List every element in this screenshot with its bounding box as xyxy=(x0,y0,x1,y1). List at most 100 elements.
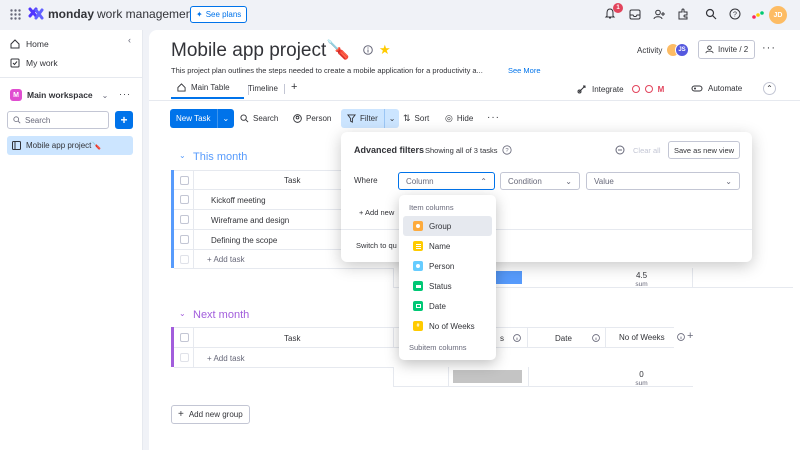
collapse-sidebar-icon[interactable]: ‹ xyxy=(128,35,131,45)
sidebar-item-board[interactable]: Mobile app project🪛 xyxy=(7,136,133,155)
monday-products-icon[interactable] xyxy=(752,9,766,20)
invite-button[interactable]: Invite / 2 xyxy=(698,40,755,59)
info-icon[interactable] xyxy=(592,334,600,342)
add-column-icon[interactable]: + xyxy=(687,330,693,342)
column-header-partial[interactable]: s xyxy=(500,334,504,343)
help-icon[interactable]: ? xyxy=(729,8,741,20)
inbox-icon[interactable] xyxy=(629,9,641,20)
sum-label: sum xyxy=(635,281,648,288)
home-icon xyxy=(177,83,186,92)
filter-button[interactable]: Filter ⌄ xyxy=(341,109,400,128)
chevron-down-icon: ⌄ xyxy=(725,176,732,186)
search-label: Search xyxy=(253,114,279,123)
chevron-down-icon[interactable]: ⌄ xyxy=(216,109,235,128)
hide-button[interactable]: ◎ Hide xyxy=(439,109,479,128)
task-name[interactable]: Defining the scope xyxy=(211,236,277,245)
task-name[interactable]: Kickoff meeting xyxy=(211,196,266,205)
search-icon xyxy=(13,116,21,124)
add-group-button[interactable]: + Add new group xyxy=(171,405,250,424)
chat-feedback-icon[interactable] xyxy=(615,145,625,155)
group-title[interactable]: This month xyxy=(193,151,247,163)
sidebar-item-home[interactable]: Home xyxy=(10,39,49,49)
person-filter-button[interactable]: Person xyxy=(287,109,337,128)
sidebar-item-my-work[interactable]: My work xyxy=(10,58,58,68)
board-more-icon[interactable]: ··· xyxy=(762,42,776,54)
info-icon[interactable] xyxy=(363,45,373,55)
tab-timeline[interactable]: Timeline xyxy=(248,84,278,93)
see-more-link[interactable]: See More xyxy=(508,66,541,75)
select-all-checkbox[interactable] xyxy=(180,176,189,185)
instagram-icon xyxy=(631,85,640,93)
sidebar-search-input[interactable]: Search xyxy=(7,111,109,129)
info-icon[interactable] xyxy=(677,333,685,341)
dropdown-option-label: Date xyxy=(429,301,446,311)
dropdown-option-person[interactable]: Person xyxy=(403,256,492,276)
apps-grid-icon[interactable] xyxy=(10,9,21,20)
column-header-date[interactable]: Date xyxy=(555,334,572,343)
integrate-button[interactable]: Integrate M xyxy=(577,84,664,94)
favorite-star-icon[interactable]: ★ xyxy=(379,42,391,58)
invite-members-icon[interactable] xyxy=(653,9,665,20)
activity-label[interactable]: Activity xyxy=(637,46,662,55)
value-select[interactable]: Value ⌄ xyxy=(586,172,740,190)
info-icon[interactable] xyxy=(513,334,521,342)
column-select[interactable]: Column ⌃ xyxy=(398,172,495,190)
dropdown-option-no-of-weeks[interactable]: # No of Weeks xyxy=(403,316,492,336)
board-description: This project plan outlines the steps nee… xyxy=(171,66,483,75)
task-name[interactable]: Wireframe and design xyxy=(211,216,289,225)
home-icon xyxy=(10,39,20,49)
row-checkbox[interactable] xyxy=(180,235,189,244)
workspace-selector[interactable]: M Main workspace ⌄ xyxy=(10,89,108,101)
column-dropdown-menu: Item columns Group Name Person Status Da… xyxy=(399,195,496,360)
switch-to-quick-filters[interactable]: Switch to qu xyxy=(356,241,397,250)
left-sidebar: ‹ Home My work M Main workspace ⌄ ··· Se… xyxy=(0,30,143,450)
see-plans-button[interactable]: ✦ See plans xyxy=(190,6,248,23)
see-plans-label: See plans xyxy=(205,10,242,19)
brand-logo[interactable]: monday work management xyxy=(28,7,196,21)
automate-label: Automate xyxy=(708,84,743,93)
group-collapse-icon[interactable]: ⌄ xyxy=(179,151,186,160)
add-task-input[interactable]: + Add task xyxy=(207,255,245,264)
board-title[interactable]: Mobile app project🪛 xyxy=(171,38,350,62)
toolbar-more-icon[interactable]: ··· xyxy=(487,112,500,123)
integrations-icon[interactable] xyxy=(677,8,689,20)
dropdown-option-date[interactable]: Date xyxy=(403,296,492,316)
automate-button[interactable]: Automate xyxy=(691,84,742,93)
add-task-input[interactable]: + Add task xyxy=(207,354,245,363)
collapse-header-icon[interactable]: ⌃ xyxy=(763,82,776,95)
tab-main-table[interactable]: Main Table xyxy=(177,83,230,92)
person-icon xyxy=(413,261,423,271)
group-collapse-icon[interactable]: ⌄ xyxy=(179,309,186,318)
add-task-row[interactable]: + Add task xyxy=(174,348,394,368)
search-button[interactable]: Search xyxy=(234,109,284,128)
workspace-more-icon[interactable]: ··· xyxy=(119,89,131,99)
help-icon[interactable]: ? xyxy=(502,145,512,155)
dropdown-items: Group Name Person Status Date # No of We… xyxy=(399,216,496,336)
new-task-button[interactable]: New Task ⌄ xyxy=(170,109,235,128)
column-select-value: Column xyxy=(406,176,434,186)
add-view-icon[interactable]: + xyxy=(291,81,297,93)
row-checkbox[interactable] xyxy=(180,215,189,224)
group-title[interactable]: Next month xyxy=(193,309,249,321)
clear-all-button[interactable]: Clear all xyxy=(633,146,661,155)
column-header-weeks[interactable]: No of Weeks xyxy=(619,333,665,342)
dropdown-option-label: Group xyxy=(429,221,452,231)
add-item-button[interactable]: + xyxy=(115,111,133,129)
row-checkbox[interactable] xyxy=(180,195,189,204)
tab-main-table-label: Main Table xyxy=(191,83,230,92)
sort-button[interactable]: ⇅ Sort xyxy=(397,109,435,128)
person-circle-icon xyxy=(293,114,302,123)
save-as-new-view-button[interactable]: Save as new view xyxy=(668,141,741,159)
column-header-task[interactable]: Task xyxy=(284,334,300,343)
user-avatar[interactable]: JD xyxy=(769,6,787,24)
column-header-task[interactable]: Task xyxy=(284,176,300,185)
svg-text:?: ? xyxy=(505,148,509,154)
search-icon[interactable] xyxy=(705,8,717,20)
select-all-checkbox[interactable] xyxy=(180,333,189,342)
dropdown-option-name[interactable]: Name xyxy=(403,236,492,256)
chevron-up-icon: ⌃ xyxy=(480,176,487,186)
add-new-filter-button[interactable]: + Add new xyxy=(359,208,394,217)
dropdown-option-status[interactable]: Status xyxy=(403,276,492,296)
condition-select[interactable]: Condition ⌄ xyxy=(500,172,580,190)
dropdown-option-group[interactable]: Group xyxy=(403,216,492,236)
